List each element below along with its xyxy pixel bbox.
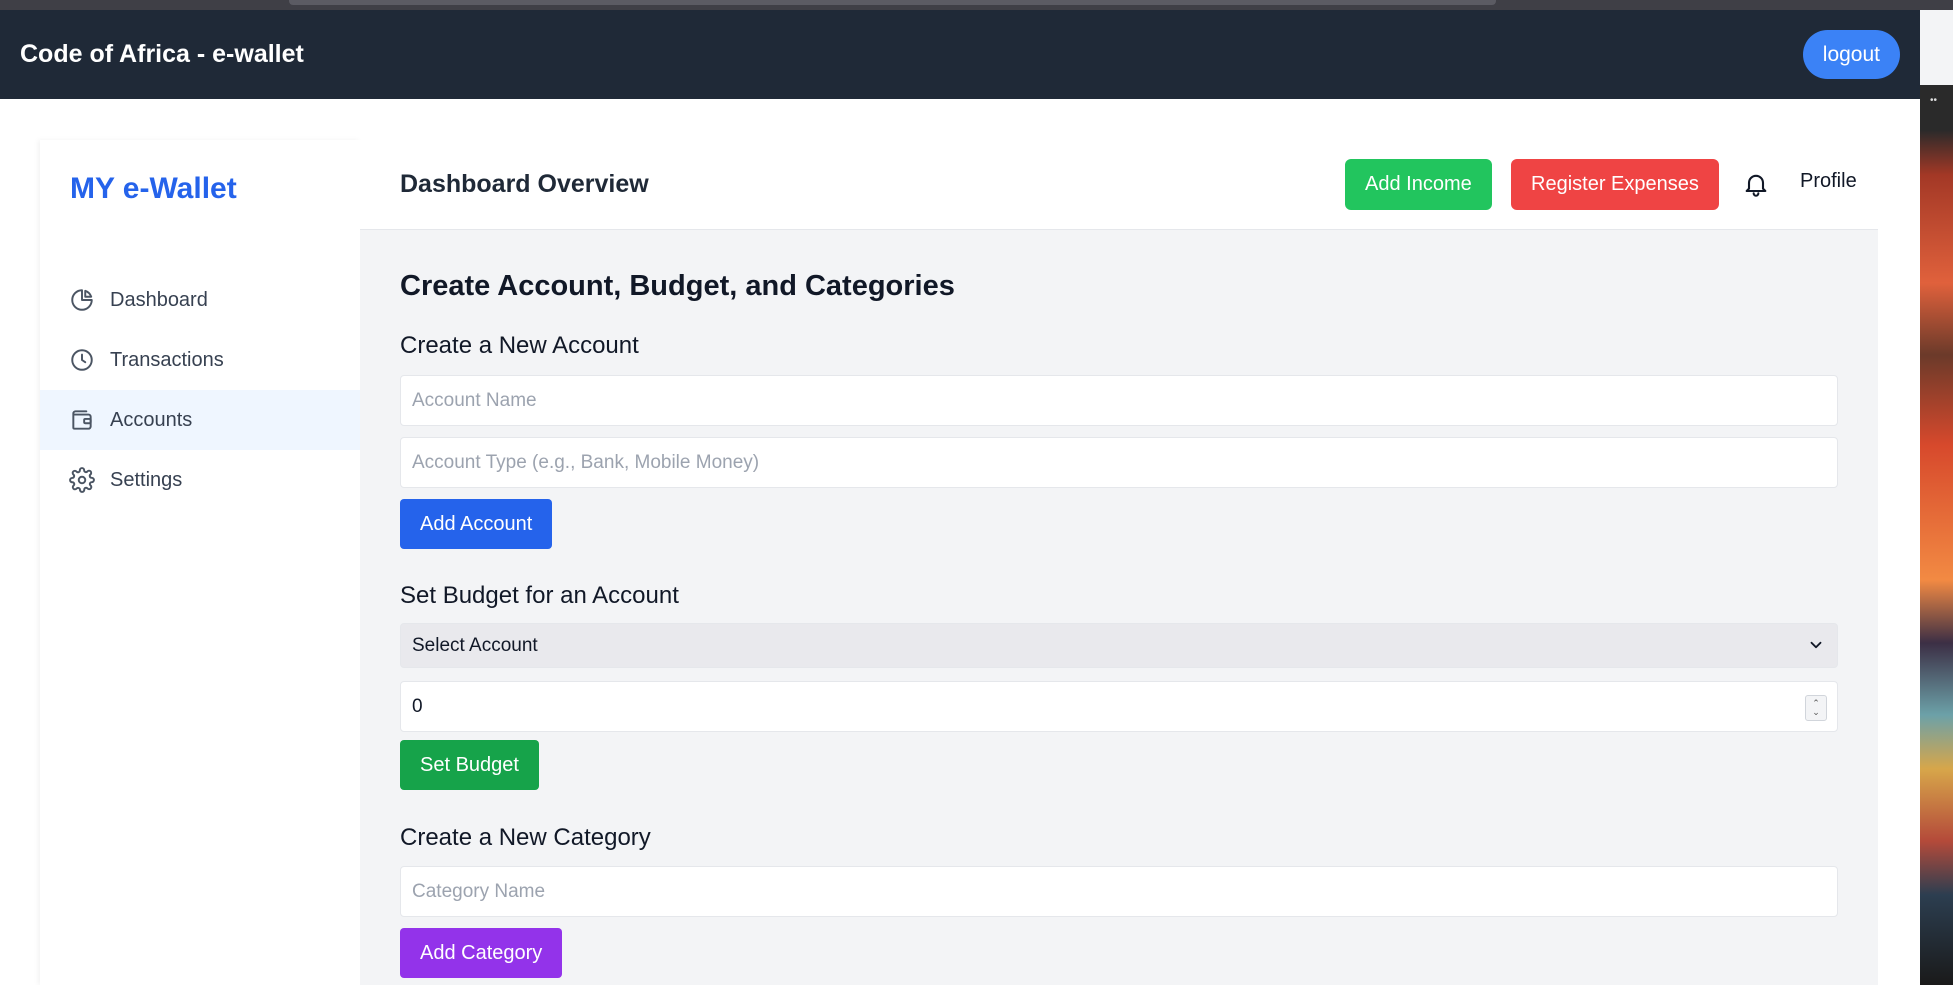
- chevron-down-icon: [1807, 636, 1825, 654]
- create-account-title: Create a New Account: [400, 332, 639, 359]
- budget-amount-input[interactable]: 0 ⌃ ⌄: [400, 681, 1838, 732]
- desktop-wallpaper-strip: ••: [1920, 85, 1953, 985]
- bell-icon[interactable]: [1742, 170, 1770, 198]
- sidebar-item-settings[interactable]: Settings: [40, 450, 360, 510]
- clock-icon: [69, 347, 95, 373]
- account-name-input[interactable]: [400, 375, 1838, 426]
- category-name-input[interactable]: [400, 866, 1838, 917]
- set-budget-title: Set Budget for an Account: [400, 582, 679, 609]
- wallet-icon: [69, 407, 95, 433]
- sidebar-item-dashboard[interactable]: Dashboard: [40, 270, 360, 330]
- add-category-button[interactable]: Add Category: [400, 928, 563, 978]
- account-select-value: Select Account: [412, 634, 538, 656]
- create-category-title: Create a New Category: [400, 824, 651, 851]
- sidebar: MY e-Wallet Dashboard Transactions Accou…: [40, 140, 360, 985]
- gear-icon: [69, 467, 95, 493]
- chevron-down-icon: ⌄: [1812, 707, 1820, 717]
- browser-strip: [0, 0, 1953, 10]
- sidebar-item-label: Dashboard: [110, 288, 208, 311]
- main-panel: Dashboard Overview Add Income Register E…: [360, 140, 1878, 985]
- sidebar-item-transactions[interactable]: Transactions: [40, 330, 360, 390]
- content-area: Create Account, Budget, and Categories C…: [360, 230, 1878, 985]
- window-dots: ••: [1930, 95, 1938, 106]
- number-stepper[interactable]: ⌃ ⌄: [1805, 695, 1827, 721]
- browser-address-bar: [289, 0, 1496, 5]
- budget-amount-value: 0: [412, 695, 423, 717]
- add-account-button[interactable]: Add Account: [400, 499, 553, 549]
- app-brand: Code of Africa - e-wallet: [20, 40, 304, 68]
- register-expenses-button[interactable]: Register Expenses: [1511, 159, 1719, 210]
- profile-link[interactable]: Profile: [1800, 170, 1857, 193]
- page-title: Dashboard Overview: [400, 170, 649, 198]
- top-navbar: Code of Africa - e-wallet logout: [0, 10, 1920, 99]
- sidebar-item-accounts[interactable]: Accounts: [40, 390, 360, 450]
- account-select[interactable]: Select Account: [400, 623, 1838, 668]
- dashboard-header: Dashboard Overview Add Income Register E…: [360, 140, 1878, 230]
- pie-chart-icon: [69, 287, 95, 313]
- section-title: Create Account, Budget, and Categories: [400, 270, 955, 302]
- sidebar-item-label: Transactions: [110, 348, 224, 371]
- account-type-input[interactable]: [400, 437, 1838, 488]
- logout-button[interactable]: logout: [1802, 30, 1900, 79]
- sidebar-item-label: Accounts: [110, 408, 193, 431]
- set-budget-button[interactable]: Set Budget: [400, 740, 539, 790]
- sidebar-item-label: Settings: [110, 468, 183, 491]
- add-income-button[interactable]: Add Income: [1345, 159, 1492, 210]
- sidebar-title: MY e-Wallet: [70, 172, 237, 205]
